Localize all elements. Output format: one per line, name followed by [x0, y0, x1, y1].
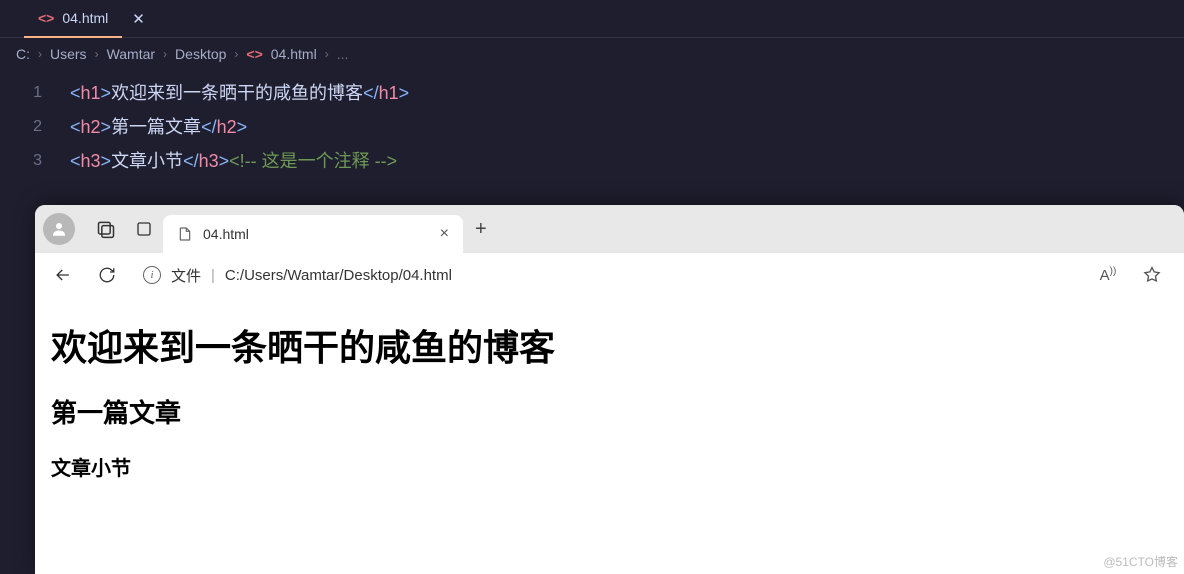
- editor-tab-bar: <> 04.html ✕: [0, 0, 1184, 38]
- chevron-right-icon: ›: [234, 47, 238, 61]
- tab-actions-button[interactable]: [125, 210, 163, 248]
- breadcrumb-segment[interactable]: Desktop: [175, 46, 226, 62]
- page-h2: 第一篇文章: [51, 393, 1168, 430]
- code-line: 1 <h1>欢迎来到一条晒干的咸鱼的博客</h1>: [0, 76, 1184, 110]
- workspaces-button[interactable]: [87, 210, 125, 248]
- chevron-right-icon: ›: [38, 47, 42, 61]
- code-icon: <>: [246, 46, 262, 62]
- breadcrumb-segment[interactable]: Wamtar: [107, 46, 155, 62]
- refresh-icon: [98, 266, 116, 284]
- breadcrumb-end: ...: [337, 46, 349, 62]
- square-icon: [135, 220, 153, 238]
- code-line: 3 <h3>文章小节</h3><!-- 这是一个注释 -->: [0, 144, 1184, 178]
- breadcrumb-segment[interactable]: Users: [50, 46, 87, 62]
- code-content: <h1>欢迎来到一条晒干的咸鱼的博客</h1>: [70, 76, 409, 110]
- code-content: <h2>第一篇文章</h2>: [70, 110, 247, 144]
- tab-close-button[interactable]: ✕: [122, 10, 155, 28]
- browser-toolbar: i 文件 | C:/Users/Wamtar/Desktop/04.html A…: [35, 253, 1184, 297]
- arrow-left-icon: [53, 265, 73, 285]
- page-content: 欢迎来到一条晒干的咸鱼的博客 第一篇文章 文章小节: [35, 297, 1184, 503]
- address-separator: |: [211, 267, 215, 284]
- address-bar[interactable]: i 文件 | C:/Users/Wamtar/Desktop/04.html: [131, 258, 1084, 292]
- browser-tab-title: 04.html: [203, 226, 249, 242]
- breadcrumb-file[interactable]: 04.html: [271, 46, 317, 62]
- profile-button[interactable]: [43, 213, 75, 245]
- chevron-right-icon: ›: [95, 47, 99, 61]
- read-aloud-icon: A)): [1100, 266, 1117, 284]
- workspaces-icon: [96, 219, 116, 239]
- code-editor: <> 04.html ✕ C: › Users › Wamtar › Desktop ›…: [0, 0, 1184, 184]
- favorite-button[interactable]: [1132, 258, 1172, 292]
- breadcrumb: C:› Users› Wamtar› Desktop› <> 04.html› …: [0, 38, 1184, 70]
- page-h1: 欢迎来到一条晒干的咸鱼的博客: [51, 319, 1168, 371]
- file-icon: [177, 226, 193, 242]
- page-h3: 文章小节: [51, 452, 1168, 481]
- breadcrumb-segment[interactable]: C:: [16, 46, 30, 62]
- line-number: 2: [0, 110, 70, 144]
- chevron-right-icon: ›: [163, 47, 167, 61]
- browser-tab-strip: 04.html × +: [35, 205, 1184, 253]
- info-icon[interactable]: i: [143, 266, 161, 284]
- toolbar-right: A)): [1088, 258, 1176, 292]
- code-content: <h3>文章小节</h3><!-- 这是一个注释 -->: [70, 144, 397, 178]
- code-line: 2 <h2>第一篇文章</h2>: [0, 110, 1184, 144]
- browser-chrome: 04.html × + i 文件 | C:/Users/Wamtar/Deskt…: [35, 205, 1184, 297]
- new-tab-button[interactable]: +: [463, 218, 499, 241]
- code-area[interactable]: 1 <h1>欢迎来到一条晒干的咸鱼的博客</h1> 2 <h2>第一篇文章</h…: [0, 70, 1184, 184]
- person-icon: [50, 220, 68, 238]
- line-number: 3: [0, 144, 70, 178]
- read-aloud-button[interactable]: A)): [1088, 258, 1128, 292]
- address-label: 文件: [171, 265, 201, 286]
- code-icon: <>: [38, 10, 54, 26]
- watermark: @51CTO博客: [1103, 553, 1178, 570]
- browser-window: 04.html × + i 文件 | C:/Users/Wamtar/Deskt…: [35, 205, 1184, 574]
- editor-tab-04html[interactable]: <> 04.html: [24, 0, 122, 38]
- tab-filename: 04.html: [62, 10, 108, 26]
- address-path: C:/Users/Wamtar/Desktop/04.html: [225, 267, 452, 284]
- line-number: 1: [0, 76, 70, 110]
- tab-close-button[interactable]: ×: [440, 225, 449, 243]
- back-button[interactable]: [43, 258, 83, 292]
- refresh-button[interactable]: [87, 258, 127, 292]
- chevron-right-icon: ›: [325, 47, 329, 61]
- browser-tab[interactable]: 04.html ×: [163, 215, 463, 253]
- star-icon: [1142, 265, 1162, 285]
